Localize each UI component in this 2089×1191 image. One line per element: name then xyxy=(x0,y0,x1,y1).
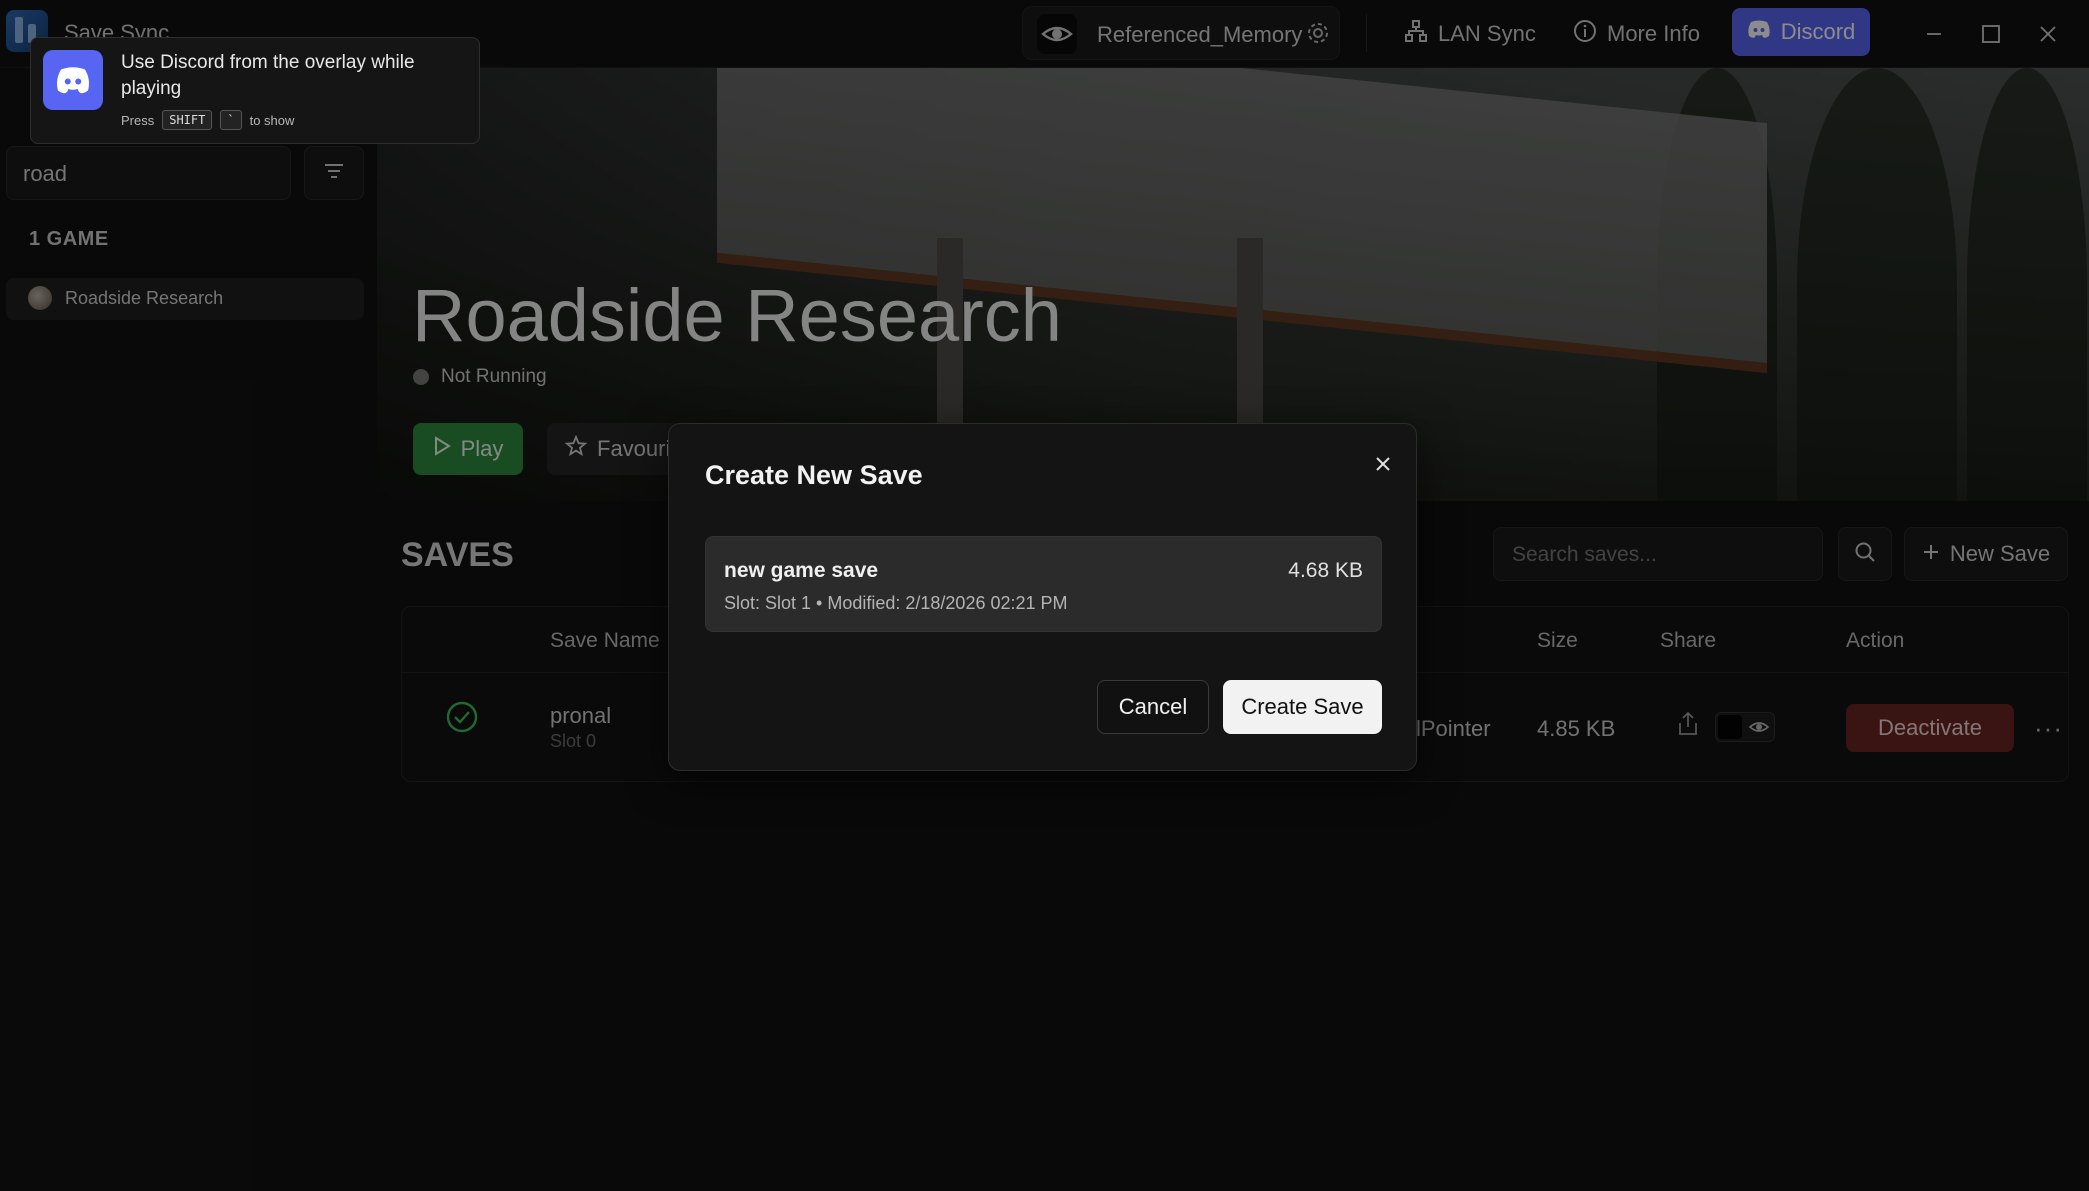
backtick-key: ` xyxy=(220,110,242,130)
cancel-button[interactable]: Cancel xyxy=(1097,680,1209,734)
hint-prefix: Press xyxy=(121,112,155,128)
create-save-button[interactable]: Create Save xyxy=(1223,680,1382,734)
new-save-meta: Slot: Slot 1 • Modified: 2/18/2026 02:21… xyxy=(724,593,1068,613)
new-save-card: new game save 4.68 KB Slot: Slot 1 • Mod… xyxy=(705,536,1382,632)
create-save-dialog: Create New Save new game save 4.68 KB Sl… xyxy=(668,423,1417,771)
toast-hint: Press SHIFT ` to show xyxy=(121,110,294,130)
new-save-name: new game save xyxy=(724,559,879,582)
toast-message: Use Discord from the overlay while playi… xyxy=(121,52,415,99)
discord-overlay-toast[interactable]: Use Discord from the overlay while playi… xyxy=(30,37,480,144)
hint-suffix: to show xyxy=(249,112,295,128)
discord-icon xyxy=(43,50,103,110)
dialog-title: Create New Save xyxy=(705,460,923,490)
shift-key: SHIFT xyxy=(162,110,213,130)
new-save-size: 4.68 KB xyxy=(1288,559,1363,582)
close-icon[interactable] xyxy=(1369,450,1397,478)
